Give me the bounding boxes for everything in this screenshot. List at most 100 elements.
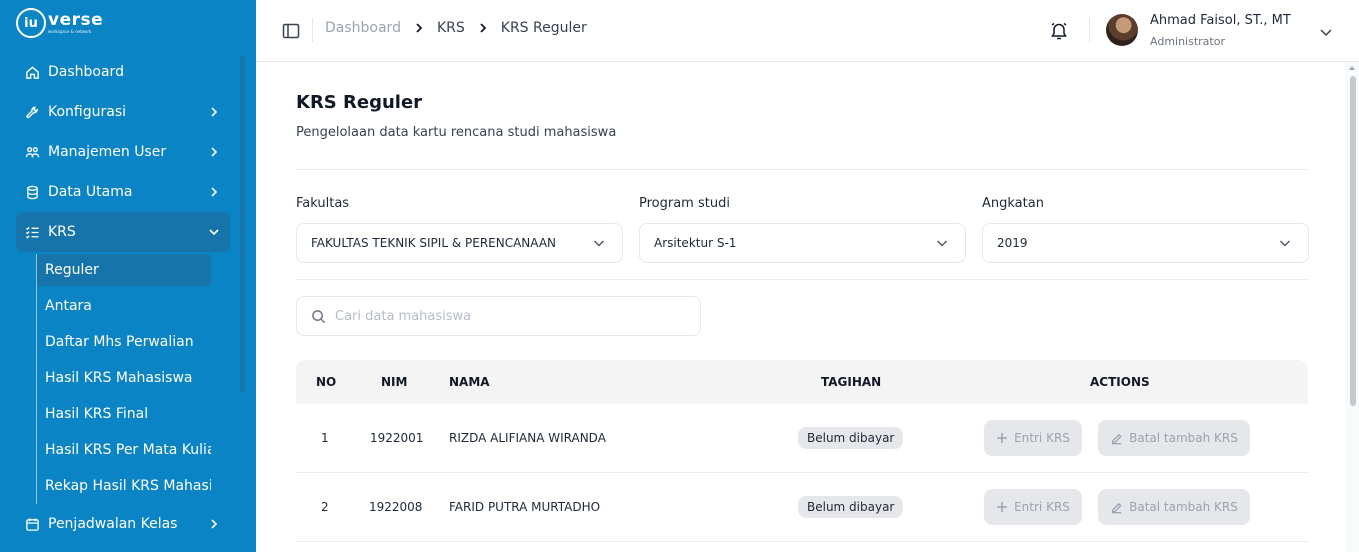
- brand-logo[interactable]: iu verse workspace & network: [16, 8, 103, 38]
- sidebar-subitem-hasil-krs-mahasiswa[interactable]: Hasil KRS Mahasiswa: [37, 360, 211, 396]
- top-header: Dashboard KRS KRS Reguler Ahmad Faisol, …: [256, 0, 1359, 62]
- breadcrumb-krs-reguler: KRS Reguler: [500, 20, 587, 36]
- header-divider: [1089, 18, 1090, 42]
- breadcrumb: Dashboard KRS KRS Reguler: [325, 20, 587, 36]
- logo-tagline: workspace & network: [48, 28, 92, 34]
- fakultas-label: Fakultas: [296, 196, 350, 211]
- plus-icon: [996, 501, 1008, 513]
- chevron-right-icon: [206, 184, 222, 200]
- sidebar-item-label: Penjadwalan Kelas: [48, 516, 178, 532]
- header-divider: [312, 18, 313, 42]
- sidebar-item-penjadwalan-kelas[interactable]: Penjadwalan Kelas: [16, 504, 230, 544]
- sidebar-nav: Dashboard Konfigurasi Manajemen User Dat…: [16, 52, 230, 544]
- cell-nim: 1922008: [369, 500, 423, 514]
- scroll-thumb[interactable]: [1350, 76, 1356, 406]
- sidebar-toggle-icon[interactable]: [282, 22, 300, 40]
- logo-mark: iu: [16, 8, 46, 38]
- search-icon: [311, 308, 327, 324]
- entri-krs-button[interactable]: Entri KRS: [984, 420, 1082, 456]
- table-row: 1 1922001 RIZDA ALIFIANA WIRANDA Belum d…: [296, 404, 1308, 473]
- users-icon: [24, 144, 40, 160]
- sidebar-item-dashboard[interactable]: Dashboard: [16, 52, 230, 92]
- column-header-nama[interactable]: NAMA: [449, 375, 490, 389]
- edit-icon: [1110, 432, 1123, 445]
- sidebar-item-data-utama[interactable]: Data Utama: [16, 172, 230, 212]
- cell-no: 1: [321, 431, 329, 445]
- bell-icon[interactable]: [1049, 21, 1069, 41]
- chevron-right-icon: [206, 516, 222, 532]
- chevron-down-icon: [206, 224, 222, 240]
- main-content: KRS Reguler Pengelolaan data kartu renca…: [256, 62, 1359, 552]
- sidebar-subitem-daftar-mhs-perwalian[interactable]: Daftar Mhs Perwalian: [37, 324, 211, 360]
- cell-no: 2: [321, 500, 329, 514]
- fakultas-select[interactable]: FAKULTAS TEKNIK SIPIL & PERENCANAAN: [296, 223, 623, 263]
- breadcrumb-krs[interactable]: KRS: [437, 20, 465, 36]
- column-header-actions: ACTIONS: [1090, 375, 1150, 389]
- sidebar-item-label: Manajemen User: [48, 144, 167, 160]
- page-scrollbar[interactable]: [1345, 62, 1359, 552]
- sidebar-item-label: Dashboard: [48, 64, 124, 80]
- sidebar-item-label: KRS: [48, 224, 76, 240]
- status-badge: Belum dibayar: [798, 427, 904, 449]
- cell-nama: RIZDA ALIFIANA WIRANDA: [449, 431, 606, 445]
- user-role: Administrator: [1150, 35, 1225, 48]
- krs-submenu: Reguler Antara Daftar Mhs Perwalian Hasi…: [36, 254, 230, 504]
- column-header-nim[interactable]: NIM: [381, 375, 407, 389]
- fakultas-value: FAKULTAS TEKNIK SIPIL & PERENCANAAN: [311, 236, 557, 250]
- sidebar-subitem-rekap-hasil-krs[interactable]: Rekap Hasil KRS Mahasiswa: [37, 468, 211, 504]
- cell-nama: FARID PUTRA MURTADHO: [449, 500, 601, 514]
- mahasiswa-table: NO NIM NAMA TAGIHAN ACTIONS 1 1922001 RI…: [296, 360, 1308, 542]
- angkatan-label: Angkatan: [982, 196, 1044, 211]
- wrench-icon: [24, 104, 40, 120]
- calendar-icon: [24, 516, 40, 532]
- avatar[interactable]: [1106, 14, 1138, 46]
- table-row: 2 1922008 FARID PUTRA MURTADHO Belum dib…: [296, 473, 1308, 542]
- chevron-down-icon: [1278, 235, 1294, 251]
- batal-tambah-krs-button[interactable]: Batal tambah KRS: [1098, 420, 1250, 456]
- plus-icon: [996, 432, 1008, 444]
- chevron-right-icon: [413, 22, 425, 34]
- column-header-tagihan[interactable]: TAGIHAN: [821, 375, 881, 389]
- search-input[interactable]: [335, 308, 686, 324]
- sidebar-item-label: Konfigurasi: [48, 104, 127, 120]
- sidebar: iu verse workspace & network Dashboard K…: [0, 0, 256, 552]
- batal-tambah-krs-button[interactable]: Batal tambah KRS: [1098, 489, 1250, 525]
- chevron-right-icon: [206, 104, 222, 120]
- chevron-right-icon: [477, 22, 489, 34]
- sidebar-subitem-reguler[interactable]: Reguler: [37, 254, 211, 286]
- sidebar-subitem-hasil-krs-per-mata-kuliah[interactable]: Hasil KRS Per Mata Kuliah: [37, 432, 211, 468]
- edit-icon: [1110, 501, 1123, 514]
- button-label: Batal tambah KRS: [1129, 431, 1238, 445]
- status-badge: Belum dibayar: [798, 496, 904, 518]
- sidebar-item-krs[interactable]: KRS: [16, 212, 230, 252]
- prodi-select[interactable]: Arsitektur S-1: [639, 223, 966, 263]
- sidebar-scrollbar[interactable]: [240, 56, 245, 392]
- sidebar-item-konfigurasi[interactable]: Konfigurasi: [16, 92, 230, 132]
- search-box[interactable]: [296, 296, 701, 336]
- sidebar-subitem-antara[interactable]: Antara: [37, 288, 211, 324]
- breadcrumb-dashboard[interactable]: Dashboard: [325, 20, 401, 36]
- chevron-down-icon: [592, 235, 608, 251]
- page-title: KRS Reguler: [296, 92, 423, 113]
- logo-name: verse: [48, 9, 104, 30]
- entri-krs-button[interactable]: Entri KRS: [984, 489, 1082, 525]
- divider: [296, 169, 1308, 170]
- table-header: NO NIM NAMA TAGIHAN ACTIONS: [296, 360, 1308, 404]
- chevron-down-icon: [935, 235, 951, 251]
- scroll-up-arrow-icon[interactable]: [1349, 66, 1355, 70]
- cell-nim: 1922001: [370, 431, 424, 445]
- angkatan-value: 2019: [997, 236, 1028, 250]
- button-label: Entri KRS: [1014, 500, 1070, 514]
- chevron-down-icon[interactable]: [1318, 24, 1334, 40]
- prodi-label: Program studi: [639, 196, 730, 211]
- prodi-value: Arsitektur S-1: [654, 236, 737, 250]
- page-subtitle: Pengelolaan data kartu rencana studi mah…: [296, 125, 617, 140]
- chevron-right-icon: [206, 144, 222, 160]
- home-icon: [24, 64, 40, 80]
- sidebar-subitem-hasil-krs-final[interactable]: Hasil KRS Final: [37, 396, 211, 432]
- sidebar-item-label: Data Utama: [48, 184, 133, 200]
- sidebar-item-manajemen-user[interactable]: Manajemen User: [16, 132, 230, 172]
- angkatan-select[interactable]: 2019: [982, 223, 1309, 263]
- list-check-icon: [24, 224, 40, 240]
- column-header-no[interactable]: NO: [316, 375, 336, 389]
